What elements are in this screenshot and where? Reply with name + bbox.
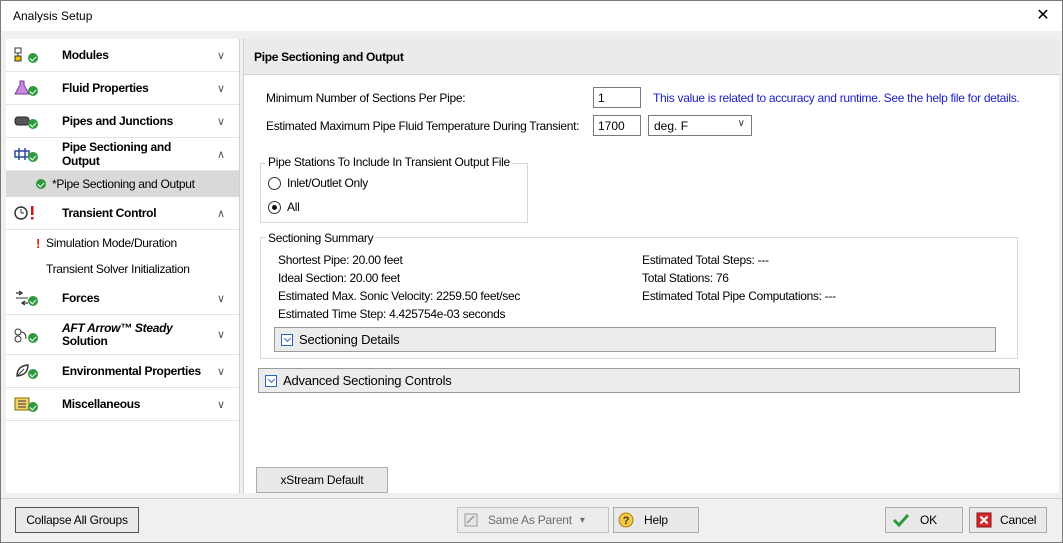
sidebar-group-label: Pipe Sectioning and Output [62,140,171,168]
check-icon [36,179,46,189]
sidebar-group-label: Transient Control [62,206,157,220]
warning-icon: ! [36,235,41,251]
sidebar-group-label: Fluid Properties [62,81,149,95]
window-title: Analysis Setup [13,9,93,23]
sidebar-group-label: Pipes and Junctions [62,114,173,128]
sectioning-icon [14,146,38,162]
radio-all[interactable]: All [268,200,300,214]
close-icon[interactable]: ✕ [1032,5,1054,27]
panel-title: Pipe Sectioning and Output [254,50,404,64]
sidebar-group-environmental-properties[interactable]: Environmental Properties ∨ [6,355,239,388]
sidebar-group-label: Modules [62,48,109,62]
sidebar-group-label: Environmental Properties [62,364,201,378]
misc-icon [14,396,38,412]
panel-header: Pipe Sectioning and Output [244,39,1060,75]
same-as-parent-button[interactable]: Same As Parent ▾ [457,507,609,533]
min-sections-label: Minimum Number of Sections Per Pipe: [266,91,466,105]
ok-button[interactable]: OK [885,507,963,533]
svg-text:?: ? [623,515,630,527]
sidebar-item-pipe-sectioning-output[interactable]: *Pipe Sectioning and Output [6,171,239,197]
temp-unit-value: deg. F [654,119,689,133]
chevron-down-icon[interactable]: ∨ [211,292,231,305]
ok-label: OK [920,513,937,527]
sidebar-group-pipe-sectioning[interactable]: Pipe Sectioning and Output ∧ [6,138,239,171]
advanced-sectioning-expander[interactable]: Advanced Sectioning Controls [258,368,1020,393]
chevron-down-icon[interactable]: ∨ [211,115,231,128]
pipe-stations-legend: Pipe Stations To Include In Transient Ou… [266,155,512,169]
same-as-parent-icon [464,513,478,527]
min-sections-hint: This value is related to accuracy and ru… [653,91,1020,105]
forces-icon [14,290,38,306]
sidebar-group-aft-arrow-steady[interactable]: AFT Arrow™ Steady Solution ∨ [6,315,239,355]
collapse-all-groups-button[interactable]: Collapse All Groups [15,507,139,533]
chevron-up-icon[interactable]: ∧ [211,207,231,220]
chevron-up-icon[interactable]: ∧ [211,148,231,161]
flask-icon [14,80,38,96]
max-temp-label: Estimated Maximum Pipe Fluid Temperature… [266,119,580,133]
ideal-section-text: Ideal Section: 20.00 feet [278,271,400,285]
sidebar-group-pipes-and-junctions[interactable]: Pipes and Junctions ∨ [6,105,239,138]
temp-unit-select[interactable]: deg. F ∨ [648,115,752,136]
total-stations-text: Total Stations: 76 [642,271,729,285]
help-button[interactable]: ? Help [613,507,699,533]
help-icon: ? [618,512,634,528]
xstream-default-button[interactable]: xStream Default [256,467,388,493]
expander-label: Advanced Sectioning Controls [283,373,452,388]
sidebar-group-fluid-properties[interactable]: Fluid Properties ∨ [6,72,239,105]
main-panel: Pipe Sectioning and Output Minimum Numbe… [243,39,1060,493]
clock-warning-icon [14,205,36,221]
chevron-down-icon: ∨ [737,118,745,129]
sidebar-item-label: *Pipe Sectioning and Output [52,177,195,191]
help-label: Help [644,513,668,527]
same-as-parent-label: Same As Parent [488,513,572,527]
chevron-down-icon: ▾ [579,514,585,526]
time-step-text: Estimated Time Step: 4.425754e-03 second… [278,307,506,321]
sidebar-group-label: Forces [62,291,100,305]
max-sonic-text: Estimated Max. Sonic Velocity: 2259.50 f… [278,289,521,303]
cancel-button[interactable]: Cancel [969,507,1047,533]
sidebar-group-miscellaneous[interactable]: Miscellaneous ∨ [6,388,239,421]
sectioning-summary-legend: Sectioning Summary [266,231,376,245]
sidebar-group-label: AFT Arrow™ Steady Solution [62,320,173,348]
cancel-icon [976,512,992,528]
sidebar-group-modules[interactable]: Modules ∨ [6,39,239,72]
radio-circle [268,176,281,190]
total-computations-text: Estimated Total Pipe Computations: --- [642,289,836,303]
chevron-down-icon[interactable]: ∨ [211,49,231,62]
chevron-down-icon[interactable]: ∨ [211,365,231,378]
sidebar-item-solver-initialization[interactable]: Transient Solver Initialization [6,256,239,282]
expand-icon [281,333,293,346]
pipe-icon [14,113,38,129]
radio-label: All [287,200,300,214]
chevron-down-icon[interactable]: ∨ [211,82,231,95]
checkmark-icon [892,513,910,527]
expand-icon [265,374,277,387]
radio-circle-selected [268,200,281,214]
analysis-setup-window: Analysis Setup ✕ Modules ∨ Fluid Propert… [0,0,1063,543]
title-bar: Analysis Setup ✕ [1,1,1062,31]
min-sections-input[interactable] [593,87,641,108]
pipe-stations-group [260,163,528,223]
sidebar-item-label: Transient Solver Initialization [46,262,190,276]
sidebar-group-forces[interactable]: Forces ∨ [6,282,239,315]
arrow-steady-icon [14,327,38,343]
radio-inlet-outlet[interactable]: Inlet/Outlet Only [268,176,368,190]
sidebar-item-label: Simulation Mode/Duration [46,236,177,250]
sectioning-details-expander[interactable]: Sectioning Details [274,327,996,352]
max-temp-input[interactable] [593,115,641,136]
chevron-down-icon[interactable]: ∨ [211,398,231,411]
sidebar-item-simulation-mode[interactable]: ! Simulation Mode/Duration [6,230,239,256]
expander-label: Sectioning Details [299,332,400,347]
sidebar-group-transient-control[interactable]: Transient Control ∧ [6,197,239,230]
total-steps-text: Estimated Total Steps: --- [642,253,769,267]
radio-label: Inlet/Outlet Only [287,176,368,190]
modules-icon [14,47,38,63]
environment-icon [14,363,38,379]
shortest-pipe-text: Shortest Pipe: 20.00 feet [278,253,403,267]
chevron-down-icon[interactable]: ∨ [211,328,231,341]
cancel-label: Cancel [1000,513,1037,527]
sidebar-group-label: Miscellaneous [62,397,141,411]
footer: Collapse All Groups Same As Parent ▾ ? H… [1,498,1062,542]
sidebar: Modules ∨ Fluid Properties ∨ Pipes and J… [6,39,240,493]
